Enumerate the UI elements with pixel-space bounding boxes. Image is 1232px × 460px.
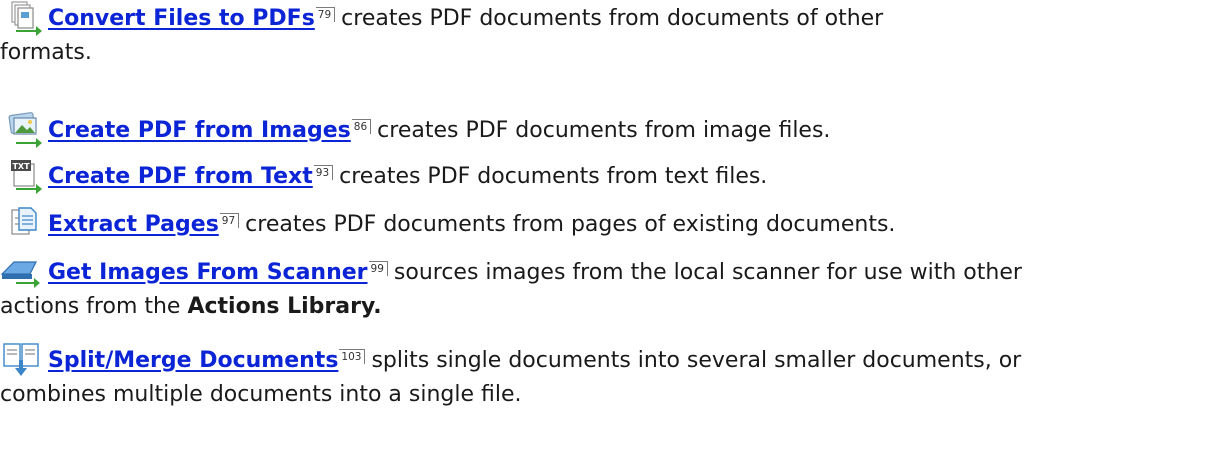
entry-description-line2: combines multiple documents into a singl… [0, 381, 522, 407]
entry-line: Split/Merge Documents 103 splits single … [0, 342, 1021, 378]
page-ref[interactable]: 97 [219, 212, 240, 228]
create-from-text-icon: TXT [0, 158, 46, 194]
txt-icon-label: TXT [12, 162, 30, 171]
convert-files-link[interactable]: Convert Files to PDFs [48, 6, 315, 31]
page-ref[interactable]: 79 [315, 6, 336, 22]
entry-description-continued: formats. [0, 36, 92, 68]
actions-library-label: Actions Library. [187, 293, 382, 319]
entry-description-continued: actions from the Actions Library. [0, 290, 382, 322]
page-ref[interactable]: 86 [351, 118, 372, 134]
create-from-text-link[interactable]: Create PDF from Text [48, 164, 313, 189]
entry-description: splits single documents into several sma… [371, 347, 1022, 373]
entry-line: Get Images From Scanner 99 sources image… [0, 254, 1022, 290]
page-ref[interactable]: 99 [368, 260, 388, 276]
extract-pages-icon [0, 206, 46, 242]
scanner-icon [0, 254, 46, 290]
entry-description: creates PDF documents from documents of … [341, 5, 884, 31]
create-from-images-icon [0, 112, 46, 148]
convert-files-icon [0, 0, 46, 36]
entry-line: Convert Files to PDFs 79 creates PDF doc… [0, 0, 883, 36]
page-ref[interactable]: 93 [313, 164, 334, 180]
entry-line: Extract Pages 97 creates PDF documents f… [0, 206, 895, 242]
entry-description: sources images from the local scanner fo… [393, 259, 1022, 285]
entry-description: creates PDF documents from pages of exis… [245, 211, 896, 237]
entry-line: TXT Create PDF from Text 93 creates PDF … [0, 158, 767, 194]
scanner-link[interactable]: Get Images From Scanner [48, 260, 368, 285]
entry-description-line2: formats. [0, 39, 92, 65]
create-from-images-link[interactable]: Create PDF from Images [48, 118, 351, 143]
entry-description: creates PDF documents from text files. [339, 163, 768, 189]
extract-pages-link[interactable]: Extract Pages [48, 212, 219, 237]
entry-line: Create PDF from Images 86 creates PDF do… [0, 112, 830, 148]
entry-description: creates PDF documents from image files. [377, 117, 831, 143]
split-merge-link[interactable]: Split/Merge Documents [48, 348, 338, 373]
entry-description-line2: actions from the [0, 293, 181, 319]
entry-description-continued: combines multiple documents into a singl… [0, 378, 522, 410]
page-ref[interactable]: 103 [339, 348, 366, 364]
split-merge-icon [0, 342, 46, 378]
